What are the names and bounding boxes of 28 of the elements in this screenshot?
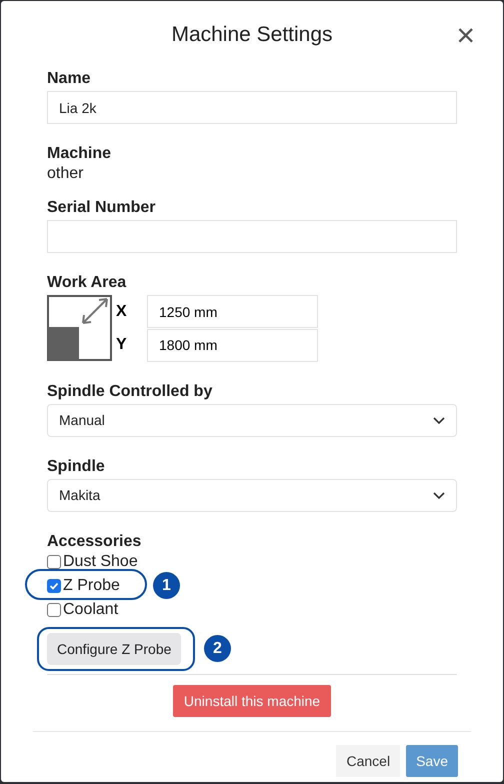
checkbox[interactable]: Dust Shoe bbox=[47, 550, 138, 574]
field-label: Name bbox=[47, 69, 92, 89]
y-dimension-field[interactable]: 1800 mm bbox=[147, 328, 318, 362]
field-label: Work Area bbox=[47, 273, 128, 293]
configure-button[interactable]: Configure Z Probe bbox=[47, 633, 182, 665]
field-label: Accessories bbox=[47, 532, 142, 552]
axis-label: Y bbox=[116, 335, 128, 355]
field-label: Spindle Controlled by bbox=[47, 382, 214, 402]
chevron-icon bbox=[433, 416, 445, 424]
callout-badge: 1 bbox=[153, 572, 180, 599]
field-label: Serial Number bbox=[47, 198, 156, 218]
x-dimension-field[interactable]: 1250 mm bbox=[147, 295, 318, 328]
checkbox[interactable]: Z Probe bbox=[47, 574, 120, 598]
field-label: Spindle bbox=[47, 457, 106, 477]
cancel-button[interactable]: Cancel bbox=[336, 745, 400, 777]
work-area-icon bbox=[47, 295, 112, 361]
checkbox[interactable]: Coolant bbox=[47, 598, 118, 622]
callout-badge: 2 bbox=[204, 635, 231, 662]
name-field[interactable]: Lia 2k bbox=[47, 91, 457, 124]
field-label: Machine bbox=[47, 144, 112, 164]
machine-value: other bbox=[47, 164, 84, 184]
select-field[interactable]: Makita bbox=[47, 479, 457, 512]
axis-label: X bbox=[116, 302, 128, 322]
dialog-title: Machine Settings bbox=[171, 22, 333, 48]
chevron-icon bbox=[433, 492, 445, 500]
serial-number-field[interactable] bbox=[47, 220, 457, 253]
close-button[interactable]: × bbox=[456, 19, 475, 51]
select-field[interactable]: Manual bbox=[47, 404, 457, 437]
